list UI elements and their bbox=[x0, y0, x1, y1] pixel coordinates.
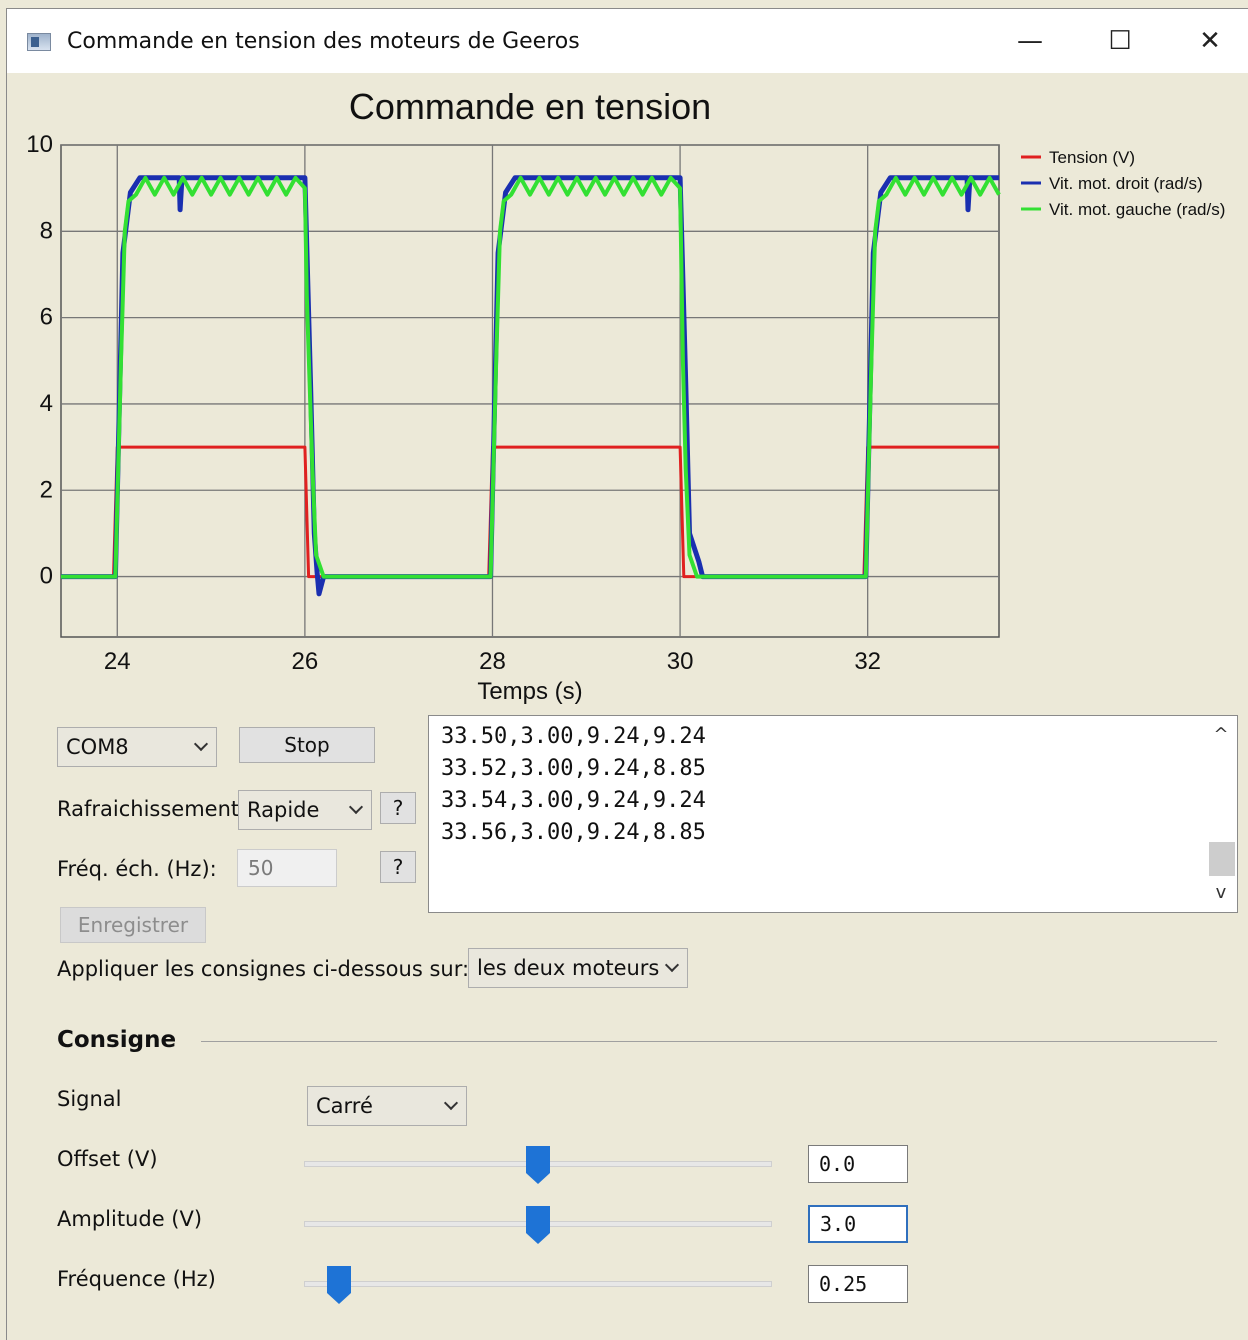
signal-label: Signal bbox=[57, 1087, 122, 1111]
x-tick-label: 28 bbox=[479, 648, 506, 675]
chevron-down-icon bbox=[443, 1095, 459, 1111]
signal-select[interactable]: Carré bbox=[307, 1086, 467, 1126]
apply-label: Appliquer les consignes ci-dessous sur: bbox=[57, 957, 470, 981]
scroll-down-icon[interactable]: v bbox=[1205, 878, 1237, 908]
offset-label: Offset (V) bbox=[57, 1147, 158, 1171]
x-tick-label: 26 bbox=[292, 648, 319, 675]
log-line: 33.52,3.00,9.24,8.85 bbox=[441, 756, 706, 781]
y-tick-label: 2 bbox=[40, 476, 53, 503]
refresh-select-value: Rapide bbox=[247, 798, 320, 822]
chevron-down-icon bbox=[193, 736, 209, 752]
apply-target-value: les deux moteurs bbox=[477, 956, 660, 980]
slider-thumb[interactable] bbox=[526, 1146, 550, 1184]
legend-entry: Vit. mot. droit (rad/s) bbox=[1049, 174, 1203, 193]
chevron-down-icon bbox=[664, 957, 680, 973]
x-tick-label: 32 bbox=[854, 648, 881, 675]
plot-frame bbox=[60, 144, 1000, 638]
consigne-title: Consigne bbox=[57, 1027, 177, 1053]
app-icon bbox=[27, 33, 51, 51]
signal-select-value: Carré bbox=[316, 1094, 373, 1118]
refresh-help-button[interactable]: ? bbox=[380, 792, 416, 824]
log-line: 33.56,3.00,9.24,8.85 bbox=[441, 820, 706, 845]
section-divider bbox=[201, 1041, 1217, 1042]
amplitude-label: Amplitude (V) bbox=[57, 1207, 203, 1231]
x-tick-label: 30 bbox=[667, 648, 694, 675]
voltage-chart: 24 26 28 30 32 0 2 4 6 8 10 Commande en tension Temp… bbox=[7, 73, 1248, 713]
freq-help-button[interactable]: ? bbox=[380, 851, 416, 883]
log-line: 33.50,3.00,9.24,9.24 bbox=[441, 724, 706, 749]
stop-button[interactable]: Stop bbox=[239, 727, 375, 763]
y-tick-label: 10 bbox=[26, 131, 53, 158]
y-tick-label: 8 bbox=[40, 217, 53, 244]
serial-log[interactable]: 33.50,3.00,9.24,9.24 33.52,3.00,9.24,8.8… bbox=[428, 715, 1238, 913]
chevron-down-icon bbox=[348, 799, 364, 815]
apply-target-select[interactable]: les deux moteurs bbox=[468, 948, 688, 988]
y-tick-label: 0 bbox=[40, 563, 53, 590]
close-button[interactable]: ✕ bbox=[1165, 9, 1248, 73]
chart-svg: 24 26 28 30 320246810Commande en tensionTemp… bbox=[26, 86, 1225, 705]
refresh-select[interactable]: Rapide bbox=[238, 790, 372, 830]
y-tick-label: 4 bbox=[40, 390, 53, 417]
y-tick-label: 6 bbox=[40, 304, 53, 331]
title-bar: Commande en tension des moteurs de Geero… bbox=[7, 9, 1248, 73]
slider-thumb[interactable] bbox=[526, 1206, 550, 1244]
freq-field[interactable]: 50 bbox=[237, 849, 337, 887]
app-window: Commande en tension des moteurs de Geero… bbox=[6, 8, 1248, 1340]
frequency-slider[interactable] bbox=[304, 1266, 772, 1304]
scroll-thumb[interactable] bbox=[1209, 842, 1235, 876]
log-line: 33.54,3.00,9.24,9.24 bbox=[441, 788, 706, 813]
freq-label: Fréq. éch. (Hz): bbox=[57, 857, 217, 881]
port-select-value: COM8 bbox=[66, 735, 129, 759]
log-scrollbar[interactable]: ^ v bbox=[1205, 716, 1237, 912]
frequency-field[interactable]: 0.25 bbox=[808, 1265, 908, 1303]
offset-slider[interactable] bbox=[304, 1146, 772, 1184]
record-button[interactable]: Enregistrer bbox=[60, 907, 206, 943]
slider-thumb[interactable] bbox=[327, 1266, 352, 1304]
x-tick-label: 24 bbox=[104, 648, 131, 675]
legend-entry: Tension (V) bbox=[1049, 148, 1135, 167]
port-select[interactable]: COM8 bbox=[57, 727, 217, 767]
legend-entry: Vit. mot. gauche (rad/s) bbox=[1049, 200, 1225, 219]
x-axis-label: Temps (s) bbox=[477, 678, 582, 705]
scroll-up-icon[interactable]: ^ bbox=[1205, 720, 1237, 750]
frequency-label: Fréquence (Hz) bbox=[57, 1267, 216, 1291]
maximize-button[interactable]: ☐ bbox=[1075, 9, 1165, 73]
minimize-button[interactable]: — bbox=[985, 9, 1075, 73]
chart-title: Commande en tension bbox=[349, 86, 711, 127]
offset-field[interactable]: 0.0 bbox=[808, 1145, 908, 1183]
window-title: Commande en tension des moteurs de Geero… bbox=[67, 29, 580, 54]
refresh-label: Rafraichissement: bbox=[57, 797, 247, 821]
amplitude-field[interactable]: 3.0 bbox=[808, 1205, 908, 1243]
amplitude-slider[interactable] bbox=[304, 1206, 772, 1244]
